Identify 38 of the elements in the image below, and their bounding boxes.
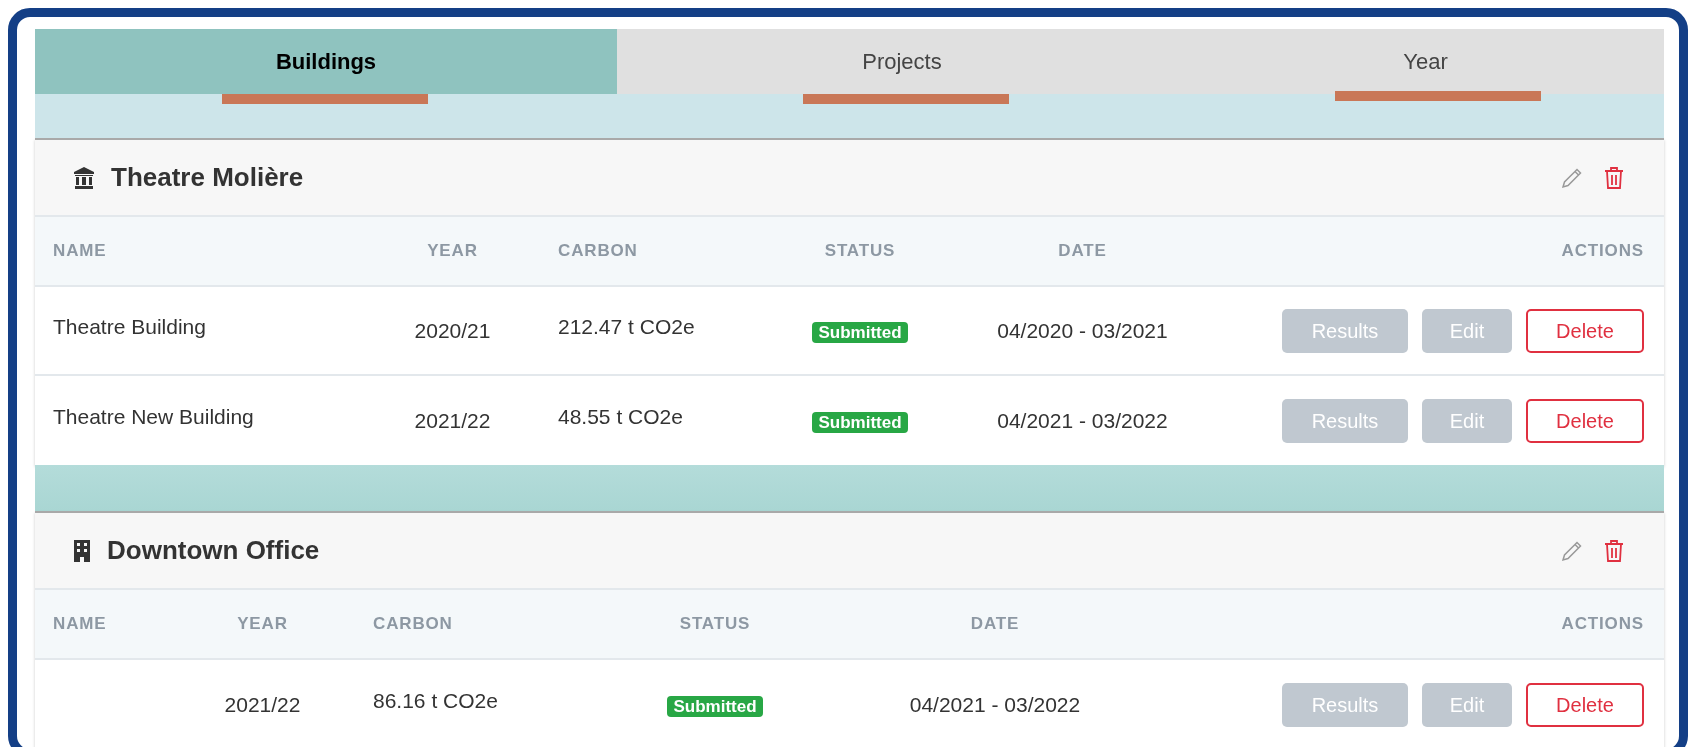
table-cell: Theatre Building (53, 314, 206, 338)
table-cell: 2020/21 (414, 318, 491, 342)
status-badge: Submitted (812, 411, 908, 433)
table-cell: 2021/22 (414, 408, 491, 432)
delete-button[interactable]: Delete (1526, 682, 1644, 727)
table-cell: 212.47 t CO2e (558, 314, 695, 338)
column-header: STATUS (679, 613, 751, 636)
delete-button[interactable]: Delete (1526, 398, 1644, 443)
trash-icon[interactable] (1604, 165, 1624, 190)
tab[interactable]: Projects (617, 29, 1187, 94)
bank-building-icon (73, 165, 95, 190)
status-badge: Submitted (812, 321, 908, 343)
office-building-icon (73, 538, 91, 563)
table-cell: 48.55 t CO2e (558, 404, 683, 428)
column-header: DATE (970, 613, 1020, 636)
column-header: NAME (52, 240, 108, 263)
table-cell: 04/2020 - 03/2021 (997, 318, 1168, 342)
card-title: Downtown Office (107, 534, 320, 567)
column-header: STATUS (824, 240, 896, 263)
card-title: Theatre Molière (111, 161, 304, 194)
table-cell: 2021/22 (224, 692, 301, 716)
column-header: ACTIONS (1561, 240, 1644, 263)
status-badge: Submitted (667, 695, 763, 717)
column-header: CARBON (557, 240, 639, 263)
column-header: NAME (52, 613, 108, 636)
tab[interactable]: Year (1187, 29, 1664, 94)
table-cell: 86.16 t CO2e (373, 688, 498, 712)
column-header: CARBON (372, 613, 454, 636)
column-header: ACTIONS (1561, 613, 1644, 636)
column-header: YEAR (427, 240, 478, 263)
column-header: YEAR (237, 613, 288, 636)
tab[interactable]: Buildings (35, 29, 617, 94)
table-cell: Theatre New Building (53, 404, 254, 428)
table-cell: 04/2021 - 03/2022 (997, 408, 1168, 432)
table-cell: 04/2021 - 03/2022 (909, 692, 1081, 716)
trash-icon[interactable] (1604, 538, 1624, 563)
column-header: DATE (1058, 240, 1107, 263)
delete-button[interactable]: Delete (1526, 308, 1644, 353)
